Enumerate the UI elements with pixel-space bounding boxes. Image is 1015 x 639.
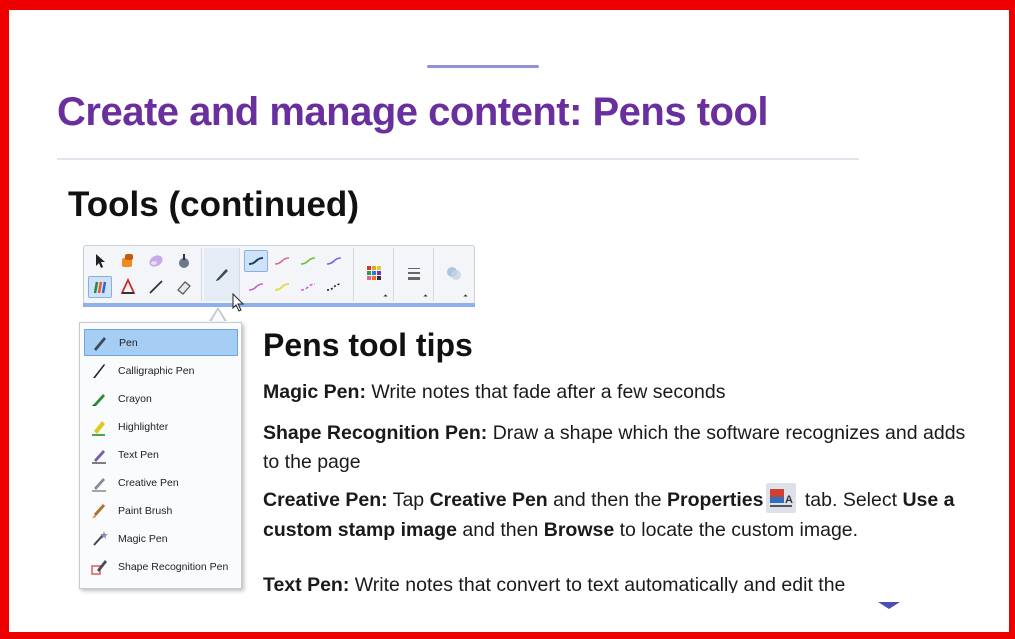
pens-icon[interactable]	[88, 276, 112, 298]
pen-icon	[89, 332, 111, 354]
eraser-block-icon[interactable]	[172, 276, 196, 298]
toolbar-basic-tools	[86, 248, 202, 301]
menu-item-magic-pen[interactable]: Magic Pen	[84, 525, 238, 552]
creative-pen-icon	[88, 472, 110, 494]
fill-icon[interactable]	[116, 250, 140, 272]
select-arrow-icon[interactable]	[88, 250, 112, 272]
crayon-icon	[88, 388, 110, 410]
menu-item-label: Creative Pen	[118, 476, 179, 489]
slide-title: Create and manage content: Pens tool	[57, 90, 769, 134]
menu-item-paint-brush[interactable]: Paint Brush	[84, 497, 238, 524]
pen-icon[interactable]	[210, 263, 234, 285]
line-style-8[interactable]	[322, 276, 346, 298]
tip-term: Magic Pen:	[263, 381, 366, 403]
line-style-1[interactable]	[244, 250, 268, 272]
tip-emphasis: Browse	[543, 519, 615, 541]
toolbar-underline	[83, 303, 475, 307]
line-style-2[interactable]	[270, 250, 294, 272]
color-palette-icon[interactable]	[362, 262, 386, 284]
text-pen-icon	[88, 444, 110, 466]
tip-term: Creative Pen:	[263, 489, 388, 512]
pens-toolbar	[83, 245, 475, 304]
menu-item-label: Calligraphic Pen	[118, 364, 195, 377]
tip-creative-pen: Creative Pen: Tap Creative Pen and then …	[263, 483, 983, 545]
tip-term: Text Pen:	[263, 574, 350, 593]
menu-item-highlighter[interactable]: Highlighter	[84, 413, 238, 440]
line-style-5[interactable]	[244, 276, 268, 298]
menu-item-pen[interactable]: Pen	[84, 329, 238, 356]
tip-text: Write notes that fade after a few second…	[365, 381, 726, 403]
slide-subtitle: Tools (continued)	[68, 185, 359, 224]
svg-text:A: A	[785, 494, 793, 506]
menu-item-label: Text Pen	[118, 448, 159, 461]
line-icon[interactable]	[144, 276, 168, 298]
tip-text: and then the	[547, 489, 668, 512]
menu-item-text-pen[interactable]: Text Pen	[84, 441, 238, 468]
shape-recognition-pen-icon	[88, 556, 110, 578]
tip-text: to locate the custom image.	[614, 519, 859, 541]
tip-text: tab. Select	[799, 489, 903, 512]
line-style-6[interactable]	[270, 276, 294, 298]
menu-item-label: Paint Brush	[118, 504, 173, 517]
toolbar-transparency	[436, 248, 472, 301]
line-style-4[interactable]	[322, 250, 346, 272]
toolbar-line-styles	[242, 248, 354, 301]
tip-text: and then	[456, 519, 544, 541]
tip-text: Tap	[387, 489, 430, 512]
transparency-icon[interactable]	[442, 262, 466, 284]
pens-dropdown-menu: Pen Calligraphic Pen Crayon Highlighter …	[79, 322, 242, 589]
tip-emphasis: Properties	[667, 489, 764, 512]
line-style-7[interactable]	[296, 276, 320, 298]
bottom-marker-icon	[878, 602, 900, 609]
tip-shape-recognition-pen: Shape Recognition Pen: Draw a shape whic…	[263, 419, 983, 477]
tip-text: Write notes that convert to text automat…	[349, 574, 846, 593]
tip-magic-pen: Magic Pen: Write notes that fade after a…	[263, 378, 983, 407]
line-style-3[interactable]	[296, 250, 320, 272]
menu-item-crayon[interactable]: Crayon	[84, 385, 238, 412]
menu-item-label: Highlighter	[118, 420, 169, 433]
eraser-icon[interactable]	[144, 250, 168, 272]
calligraphic-pen-icon	[88, 360, 110, 382]
shapes-icon[interactable]	[116, 276, 140, 298]
tip-term: Shape Recognition Pen:	[263, 422, 488, 444]
tip-text-pen: Text Pen: Write notes that convert to te…	[263, 571, 983, 593]
tips-heading: Pens tool tips	[263, 327, 473, 363]
menu-item-label: Pen	[119, 336, 138, 349]
menu-item-label: Magic Pen	[118, 532, 168, 545]
menu-item-creative-pen[interactable]: Creative Pen	[84, 469, 238, 496]
magic-pen-icon	[88, 528, 110, 550]
menu-item-shape-recognition-pen[interactable]: Shape Recognition Pen	[84, 553, 238, 580]
title-divider	[57, 158, 859, 160]
magic-wand-icon[interactable]	[172, 250, 196, 272]
color-dropdown-arrow[interactable]	[383, 294, 388, 299]
menu-item-label: Shape Recognition Pen	[118, 560, 229, 573]
tip-emphasis: Creative Pen	[429, 489, 548, 512]
toolbar-color	[356, 248, 394, 301]
menu-item-label: Crayon	[118, 392, 152, 405]
mouse-cursor-icon	[232, 293, 245, 312]
highlighter-icon	[88, 416, 110, 438]
properties-tab-icon: A	[766, 483, 797, 513]
transparency-dropdown-arrow[interactable]	[463, 294, 468, 299]
paint-brush-icon	[88, 500, 110, 522]
top-accent-line	[427, 65, 539, 68]
thickness-dropdown-arrow[interactable]	[423, 294, 428, 299]
toolbar-thickness	[396, 248, 434, 301]
line-thickness-icon[interactable]	[402, 262, 426, 284]
menu-item-calligraphic-pen[interactable]: Calligraphic Pen	[84, 357, 238, 384]
